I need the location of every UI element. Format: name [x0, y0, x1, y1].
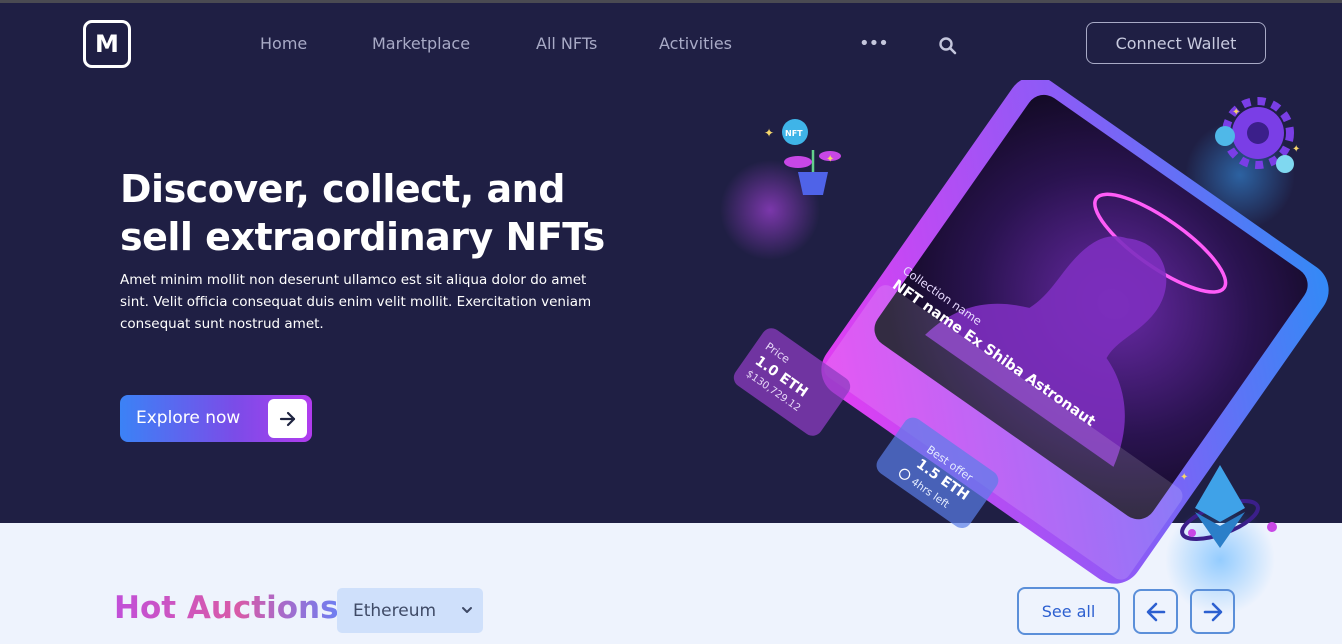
explore-now-button[interactable]: Explore now [120, 395, 312, 442]
svg-text:✦: ✦ [1180, 472, 1188, 483]
svg-text:✦: ✦ [826, 154, 834, 165]
next-button[interactable] [1190, 589, 1235, 634]
hot-auctions-title: Hot Auctions [114, 590, 339, 626]
svg-text:✦: ✦ [764, 126, 774, 140]
see-all-button[interactable]: See all [1017, 587, 1120, 635]
arrow-right-icon [268, 399, 307, 438]
nav-marketplace[interactable]: Marketplace [372, 34, 470, 53]
prev-button[interactable] [1133, 589, 1178, 634]
connect-wallet-button[interactable]: Connect Wallet [1086, 22, 1266, 64]
logo[interactable]: M [83, 20, 131, 68]
chevron-down-icon [462, 607, 472, 613]
arrow-left-icon [1146, 602, 1165, 621]
chain-select-value: Ethereum [353, 600, 437, 621]
headline-line-1: Discover, collect, and [120, 167, 565, 211]
explore-label: Explore now [136, 408, 241, 428]
more-horizontal-icon[interactable]: ••• [859, 33, 889, 54]
plant-badge: NFT [785, 129, 803, 138]
arrow-right-icon [1203, 602, 1222, 621]
svg-text:✦: ✦ [1292, 144, 1300, 155]
svg-text:✦: ✦ [1232, 107, 1240, 118]
headline-line-2: sell extraordinary NFTs [120, 215, 605, 259]
nav-all-nfts[interactable]: All NFTs [536, 34, 597, 53]
nav-home[interactable]: Home [260, 34, 307, 53]
hero-headline: Discover, collect, and sell extraordinar… [120, 165, 640, 261]
nav-activities[interactable]: Activities [659, 34, 732, 53]
nft-card-illustration: Collection name NFT name Ex Shiba Astron… [720, 80, 1329, 615]
search-icon[interactable] [938, 36, 958, 56]
hero-description: Amet minim mollit non deserunt ullamco e… [120, 272, 592, 332]
chain-select[interactable]: Ethereum [337, 588, 483, 633]
logo-letter: M [95, 30, 119, 58]
